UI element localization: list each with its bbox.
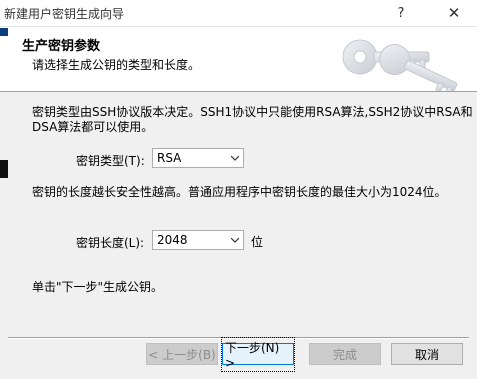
wizard-content: 密钥类型由SSH协议版本决定。SSH1协议中只能使用RSA算法,SSH2协议中R… [0,92,477,337]
finish-button[interactable]: 完成 [309,343,381,365]
footer-hint: 单击"下一步"生成公钥。 [32,280,164,294]
chevron-down-icon [231,155,239,161]
key-length-value: 2048 [157,233,188,247]
window-title: 新建用户密钥生成向导 [4,7,125,21]
title-bar: 新建用户密钥生成向导 ? ✕ [0,0,477,27]
help-button[interactable]: ? [386,0,416,26]
key-type-value: RSA [157,151,182,165]
cancel-button-label: 取消 [414,347,439,362]
key-length-description: 密钥的长度越长安全性越高。普通应用程序中密钥长度的最佳大小为1024位。 [32,185,447,199]
cancel-button[interactable]: 取消 [391,343,463,365]
next-button[interactable]: 下一步(N) > [221,336,295,372]
key-type-description-line2: DSA算法都可以使用。 [32,120,154,134]
key-type-label: 密钥类型(T): [76,154,145,168]
header-title: 生产密钥参数 [22,39,101,54]
wizard-header: 生产密钥参数 请选择生成公钥的类型和长度。 [0,27,477,92]
key-type-select[interactable]: RSA [152,148,244,168]
key-length-label: 密钥长度(L): [76,236,145,250]
back-button-label: < 上一步(B) [148,347,216,362]
back-button[interactable]: < 上一步(B) [146,343,218,365]
finish-button-label: 完成 [332,347,357,362]
next-button-label: 下一步(N) > [221,336,295,372]
header-subtitle: 请选择生成公钥的类型和长度。 [32,58,201,72]
background-window-edge [0,28,8,36]
close-button[interactable]: ✕ [432,0,476,26]
key-type-description-line1: 密钥类型由SSH协议版本决定。SSH1协议中只能使用RSA算法,SSH2协议中R… [32,105,473,119]
chevron-down-icon [231,237,239,243]
keys-icon [342,39,458,91]
key-length-unit: 位 [251,235,264,249]
key-length-select[interactable]: 2048 [152,230,244,250]
close-icon: ✕ [447,4,461,22]
help-icon: ? [397,5,405,21]
